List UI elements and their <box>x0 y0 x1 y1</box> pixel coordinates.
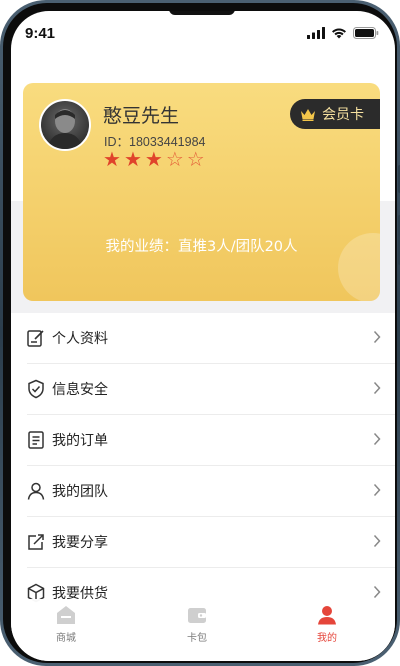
star-filled-icon: ★ <box>103 147 121 171</box>
menu-item-label: 个人资料 <box>52 331 108 347</box>
person-icon <box>27 482 45 500</box>
star-filled-icon: ★ <box>144 147 163 171</box>
bottom-tab-bar: 商城 卡包 我的 <box>11 599 395 661</box>
menu-item-orders[interactable]: 我的订单 <box>11 415 395 466</box>
share-icon <box>28 534 44 550</box>
tab-label: 商城 <box>56 633 76 644</box>
menu-item-share[interactable]: 我要分享 <box>11 517 395 568</box>
menu-item-label: 我的团队 <box>52 484 108 500</box>
star-filled-icon: ★ <box>123 147 142 171</box>
star-empty-icon: ☆ <box>186 147 205 171</box>
screen: 9:41 憨豆先生 ID：18033441984 ★ ★ ★ ☆ ☆ 会员卡 我… <box>11 11 395 661</box>
tab-wallet[interactable]: 卡包 <box>165 605 229 649</box>
vip-card-label: 会员卡 <box>322 107 364 123</box>
chevron-right-icon <box>373 585 381 599</box>
menu-item-label: 信息安全 <box>52 382 108 398</box>
order-list-icon <box>28 431 44 449</box>
avatar-image <box>47 109 83 149</box>
notch <box>169 11 235 15</box>
tab-label: 卡包 <box>187 633 207 644</box>
menu-item-team[interactable]: 我的团队 <box>11 466 395 517</box>
chevron-right-icon <box>373 330 381 344</box>
status-bar: 9:41 <box>11 11 395 55</box>
star-empty-icon: ☆ <box>165 147 184 171</box>
tab-mine[interactable]: 我的 <box>295 605 359 649</box>
chevron-right-icon <box>373 534 381 548</box>
store-icon <box>57 606 75 624</box>
profile-card: 憨豆先生 ID：18033441984 ★ ★ ★ ☆ ☆ 会员卡 我的业绩：直 <box>23 83 380 301</box>
rating-stars: ★ ★ ★ ☆ ☆ <box>103 147 205 171</box>
menu-item-profile[interactable]: 个人资料 <box>11 313 395 364</box>
edit-document-icon <box>27 330 44 347</box>
avatar[interactable] <box>39 99 91 151</box>
wallet-icon <box>188 608 206 623</box>
phone-frame: 9:41 憨豆先生 ID：18033441984 ★ ★ ★ ☆ ☆ 会员卡 我… <box>0 0 400 666</box>
vip-card-button[interactable]: 会员卡 <box>290 99 380 129</box>
menu-item-security[interactable]: 信息安全 <box>11 364 395 415</box>
chevron-right-icon <box>373 432 381 446</box>
shield-check-icon <box>28 379 44 399</box>
wifi-icon <box>332 28 346 39</box>
chevron-right-icon <box>373 483 381 497</box>
battery-icon <box>353 27 379 39</box>
phone-bezel: 9:41 憨豆先生 ID：18033441984 ★ ★ ★ ☆ ☆ 会员卡 我… <box>3 3 397 663</box>
status-icons <box>307 27 379 39</box>
performance-text: 我的业绩：直推3人/团队20人 <box>105 239 298 255</box>
menu-item-label: 我的订单 <box>52 433 108 449</box>
status-time: 9:41 <box>25 25 56 42</box>
profile-icon <box>318 606 336 625</box>
signal-icon <box>307 27 325 39</box>
tab-label: 我的 <box>317 633 337 644</box>
settings-menu: 个人资料 信息安全 我的订单 我的团队 我要分享 我要供货 <box>11 313 395 619</box>
tab-store[interactable]: 商城 <box>34 605 98 649</box>
menu-item-label: 我要分享 <box>52 535 108 551</box>
user-name: 憨豆先生 <box>103 105 180 127</box>
chevron-right-icon <box>373 381 381 395</box>
crown-icon <box>301 108 315 121</box>
